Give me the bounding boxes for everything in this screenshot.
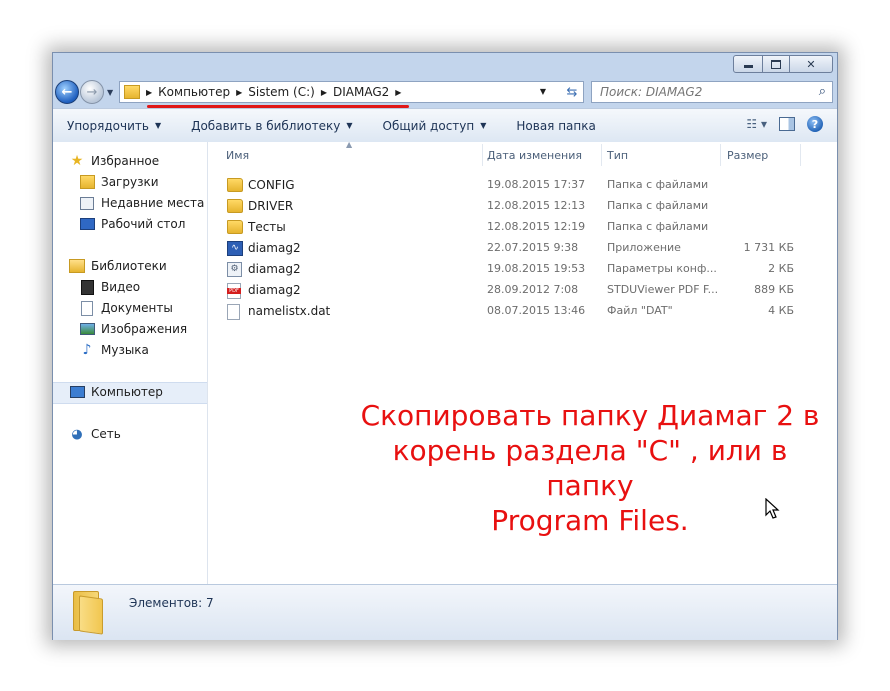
chevron-down-icon: ▼: [346, 121, 353, 130]
nav-images[interactable]: Изображения: [79, 322, 187, 336]
folder-icon: [71, 591, 103, 635]
breadcrumb-computer[interactable]: Компьютер: [158, 85, 230, 99]
settings-file-icon: ⚙: [227, 262, 242, 277]
file-row[interactable]: CONFIG 19.08.2015 17:37 Папка с файлами: [208, 175, 808, 196]
folder-icon: [227, 178, 243, 192]
network-icon: ◕: [71, 426, 83, 442]
share-button[interactable]: Общий доступ ▼: [383, 119, 487, 133]
address-bar[interactable]: ▶ Компьютер ▶ Sistem (C:) ▶ DIAMAG2 ▶ ▼: [119, 81, 563, 103]
file-row[interactable]: ∿ diamag2 22.07.2015 9:38 Приложение 1 7…: [208, 238, 808, 259]
column-separator[interactable]: [601, 144, 602, 166]
nav-libraries[interactable]: Библиотеки: [69, 259, 167, 273]
column-separator[interactable]: [800, 144, 801, 166]
forward-arrow-icon: →: [86, 84, 98, 100]
refresh-button[interactable]: ⇆: [561, 81, 584, 103]
preview-pane-icon[interactable]: [779, 117, 795, 131]
pdf-file-icon: [227, 283, 241, 299]
annotation-line: корень раздела "C" , или в папку: [392, 434, 788, 502]
maximize-button[interactable]: [763, 55, 790, 73]
new-folder-button[interactable]: Новая папка: [516, 119, 595, 133]
navigation-pane: ★ Избранное Загрузки Недавние места Рабо…: [53, 142, 208, 584]
minimize-icon: [743, 65, 753, 68]
nav-favorites[interactable]: ★ Избранное: [69, 153, 159, 169]
folder-icon: [227, 220, 243, 234]
command-bar: Упорядочить ▼ Добавить в библиотеку ▼ Общи…: [53, 108, 837, 143]
chevron-right-icon[interactable]: ▶: [236, 88, 242, 97]
desktop-icon: [79, 217, 95, 231]
address-history-dropdown[interactable]: ▼: [540, 87, 546, 96]
file-list: Имя ▲ Дата изменения Тип Размер CONFIG 1…: [208, 140, 837, 584]
chevron-right-icon[interactable]: ▶: [321, 88, 327, 97]
address-row: ← → ▼ ▶ Компьютер ▶ Sistem (C:) ▶ DIAMAG…: [53, 75, 837, 108]
nav-music[interactable]: ♪ Музыка: [79, 342, 149, 358]
chevron-right-icon[interactable]: ▶: [395, 88, 401, 97]
nav-documents[interactable]: Документы: [79, 300, 173, 316]
refresh-icon: ⇆: [566, 84, 578, 100]
file-row[interactable]: DRIVER 12.08.2015 12:13 Папка с файлами: [208, 196, 808, 217]
forward-button[interactable]: →: [80, 80, 104, 104]
back-button[interactable]: ←: [55, 80, 79, 104]
caption-buttons: ✕: [733, 55, 833, 73]
file-row[interactable]: namelistx.dat 08.07.2015 13:46 Файл "DAT…: [208, 301, 808, 322]
nav-desktop[interactable]: Рабочий стол: [79, 217, 185, 231]
folder-icon: [227, 199, 243, 213]
star-icon: ★: [70, 153, 84, 169]
downloads-folder-icon: [79, 175, 95, 189]
breadcrumb-diamag2[interactable]: DIAMAG2: [333, 85, 389, 99]
chevron-down-icon: ▼: [480, 121, 487, 130]
column-separator[interactable]: [482, 144, 483, 166]
organize-button[interactable]: Упорядочить ▼: [67, 119, 161, 133]
maximize-icon: [771, 59, 781, 69]
title-bar: ✕: [53, 53, 837, 75]
add-to-library-button[interactable]: Добавить в библиотеку ▼: [191, 119, 352, 133]
explorer-window: ✕ ← → ▼ ▶ Компьютер ▶ Sistem (C:) ▶ DIAM…: [52, 52, 838, 640]
libraries-icon: [69, 259, 85, 273]
images-icon: [79, 322, 95, 336]
column-separator[interactable]: [720, 144, 721, 166]
view-options-icon[interactable]: ☷ ▾: [746, 117, 767, 131]
search-icon[interactable]: ⌕: [819, 84, 826, 99]
sort-ascending-icon: ▲: [346, 140, 353, 149]
nav-network[interactable]: ◕ Сеть: [69, 426, 121, 442]
breadcrumb-drive-c[interactable]: Sistem (C:): [248, 85, 315, 99]
instruction-annotation: Скопировать папку Диамаг 2 в корень разд…: [358, 398, 822, 538]
music-icon: ♪: [82, 342, 92, 358]
close-button[interactable]: ✕: [790, 55, 833, 73]
help-icon[interactable]: ?: [807, 116, 823, 132]
file-row[interactable]: ⚙ diamag2 19.08.2015 19:53 Параметры кон…: [208, 259, 808, 280]
video-icon: [79, 279, 95, 295]
file-row[interactable]: Тесты 12.08.2015 12:19 Папка с файлами: [208, 217, 808, 238]
content-area: ★ Избранное Загрузки Недавние места Рабо…: [53, 140, 837, 584]
column-header-type[interactable]: Тип: [607, 142, 719, 168]
mouse-cursor-icon: [765, 498, 780, 519]
application-icon: ∿: [227, 241, 243, 256]
column-header-name[interactable]: Имя ▲: [226, 140, 481, 168]
folder-icon: [124, 85, 140, 99]
close-icon: ✕: [806, 57, 816, 71]
view-controls: ☷ ▾ ?: [734, 116, 823, 132]
minimize-button[interactable]: [733, 55, 763, 73]
nav-downloads[interactable]: Загрузки: [79, 175, 159, 189]
chevron-down-icon: ▼: [154, 121, 162, 130]
nav-recent-places[interactable]: Недавние места: [79, 196, 204, 210]
computer-icon: [69, 385, 85, 399]
column-header-size[interactable]: Размер: [727, 142, 799, 168]
details-pane: Элементов: 7: [53, 584, 837, 640]
search-input[interactable]: [598, 84, 802, 100]
search-box[interactable]: ⌕: [591, 81, 833, 103]
file-row[interactable]: diamag2 28.09.2012 7:08 STDUViewer PDF F…: [208, 280, 808, 301]
nav-computer[interactable]: Компьютер: [69, 385, 163, 399]
column-header-date[interactable]: Дата изменения: [487, 142, 602, 168]
chevron-right-icon[interactable]: ▶: [146, 88, 152, 97]
chevron-down-icon: ▼: [107, 88, 114, 97]
annotation-line: Скопировать папку Диамаг 2 в: [360, 399, 820, 432]
recent-places-icon: [79, 196, 95, 210]
item-count: Элементов: 7: [129, 596, 214, 610]
dat-file-icon: [227, 304, 240, 320]
documents-icon: [79, 300, 95, 316]
recent-pages-dropdown[interactable]: ▼: [107, 88, 113, 97]
nav-video[interactable]: Видео: [79, 279, 140, 295]
annotation-line: Program Files.: [491, 504, 689, 537]
back-arrow-icon: ←: [61, 84, 73, 100]
